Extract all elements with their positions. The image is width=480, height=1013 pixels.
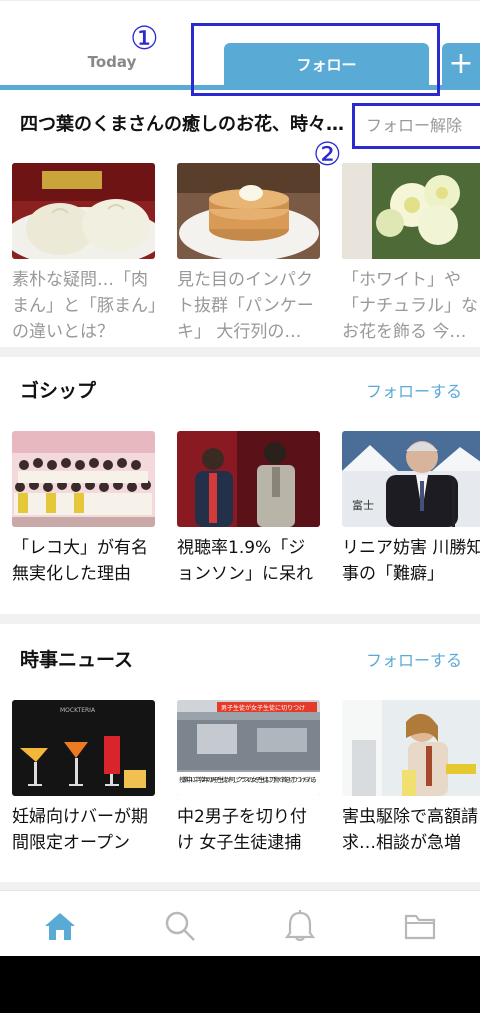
article-title: 素朴な疑問…「肉まん」と「豚まん」の違いとは？ xyxy=(12,270,157,342)
annotation-box-2 xyxy=(352,103,480,149)
search-icon[interactable] xyxy=(163,909,197,943)
annotation-number-1: ① xyxy=(130,19,159,57)
article-title: 害虫駆除で高額請求…相談が急増 xyxy=(342,807,478,853)
section-title: 四つ葉のくまさんの癒しのお花、時々… xyxy=(20,114,344,135)
article-title: 中2男子を切り付け 女子生徒逮捕 xyxy=(177,807,307,853)
section-header-news: 時事ニュース フォローする xyxy=(0,637,480,677)
home-icon[interactable] xyxy=(43,909,77,943)
annotation-box-1 xyxy=(191,23,440,96)
article-thumbnail xyxy=(177,431,320,527)
svg-text:富士: 富士 xyxy=(352,498,374,512)
add-tab-button[interactable]: + xyxy=(442,43,480,85)
article-title: 妊婦向けバーが期間限定オープン xyxy=(12,807,148,853)
svg-text:男子生徒が女子生徒に切りつけ: 男子生徒が女子生徒に切りつけ xyxy=(221,704,305,712)
article-title: 視聴率1.9%「ジョンソン」に呆れ xyxy=(177,538,313,584)
bell-icon[interactable] xyxy=(283,909,317,943)
system-bar xyxy=(0,956,480,1013)
article-thumbnail xyxy=(177,163,320,259)
article-title: リニア妨害 川勝知事の「難癖」 xyxy=(342,538,480,584)
folder-icon[interactable] xyxy=(403,909,437,943)
article-title: 「レコ大」が有名無実化した理由 xyxy=(12,538,148,584)
section-title: ゴシップ xyxy=(20,380,97,402)
follow-button[interactable]: フォローする xyxy=(366,378,462,402)
section-divider xyxy=(0,882,480,890)
article-title: 「ホワイト」や「ナチュラル」なお花を飾る 今… xyxy=(342,270,478,342)
article-thumbnail: 富士 xyxy=(342,431,480,527)
svg-text:MOCKTERIA: MOCKTERIA xyxy=(60,707,96,714)
section-divider xyxy=(0,614,480,624)
article-thumbnail xyxy=(12,163,155,259)
article-thumbnail xyxy=(342,700,480,796)
article-title: 見た目のインパクト抜群「パンケーキ」 大行列の… xyxy=(177,270,314,342)
article-thumbnail xyxy=(342,163,480,259)
article-thumbnail: MOCKTERIA xyxy=(12,700,155,796)
article-thumbnail: 男子生徒が女子生徒に切りつけ 授業中に中学2年の男子生徒が同じクラスの女子生徒に… xyxy=(177,700,320,796)
follow-button[interactable]: フォローする xyxy=(366,647,462,671)
article-thumbnail xyxy=(12,431,155,527)
section-title: 時事ニュース xyxy=(20,649,134,671)
section-header-gossip: ゴシップ フォローする xyxy=(0,368,480,408)
section-divider xyxy=(0,347,480,357)
svg-text:授業中に中学2年の男子生徒が同じクラスの女子生徒に刃物で首を: 授業中に中学2年の男子生徒が同じクラスの女子生徒に刃物で首を切りつけられる xyxy=(179,776,317,784)
app-screen: Today フォロー + ① 四つ葉のくまさんの癒しのお花、時々… フォロー解除… xyxy=(0,0,480,1013)
bottom-navigation xyxy=(0,890,480,956)
